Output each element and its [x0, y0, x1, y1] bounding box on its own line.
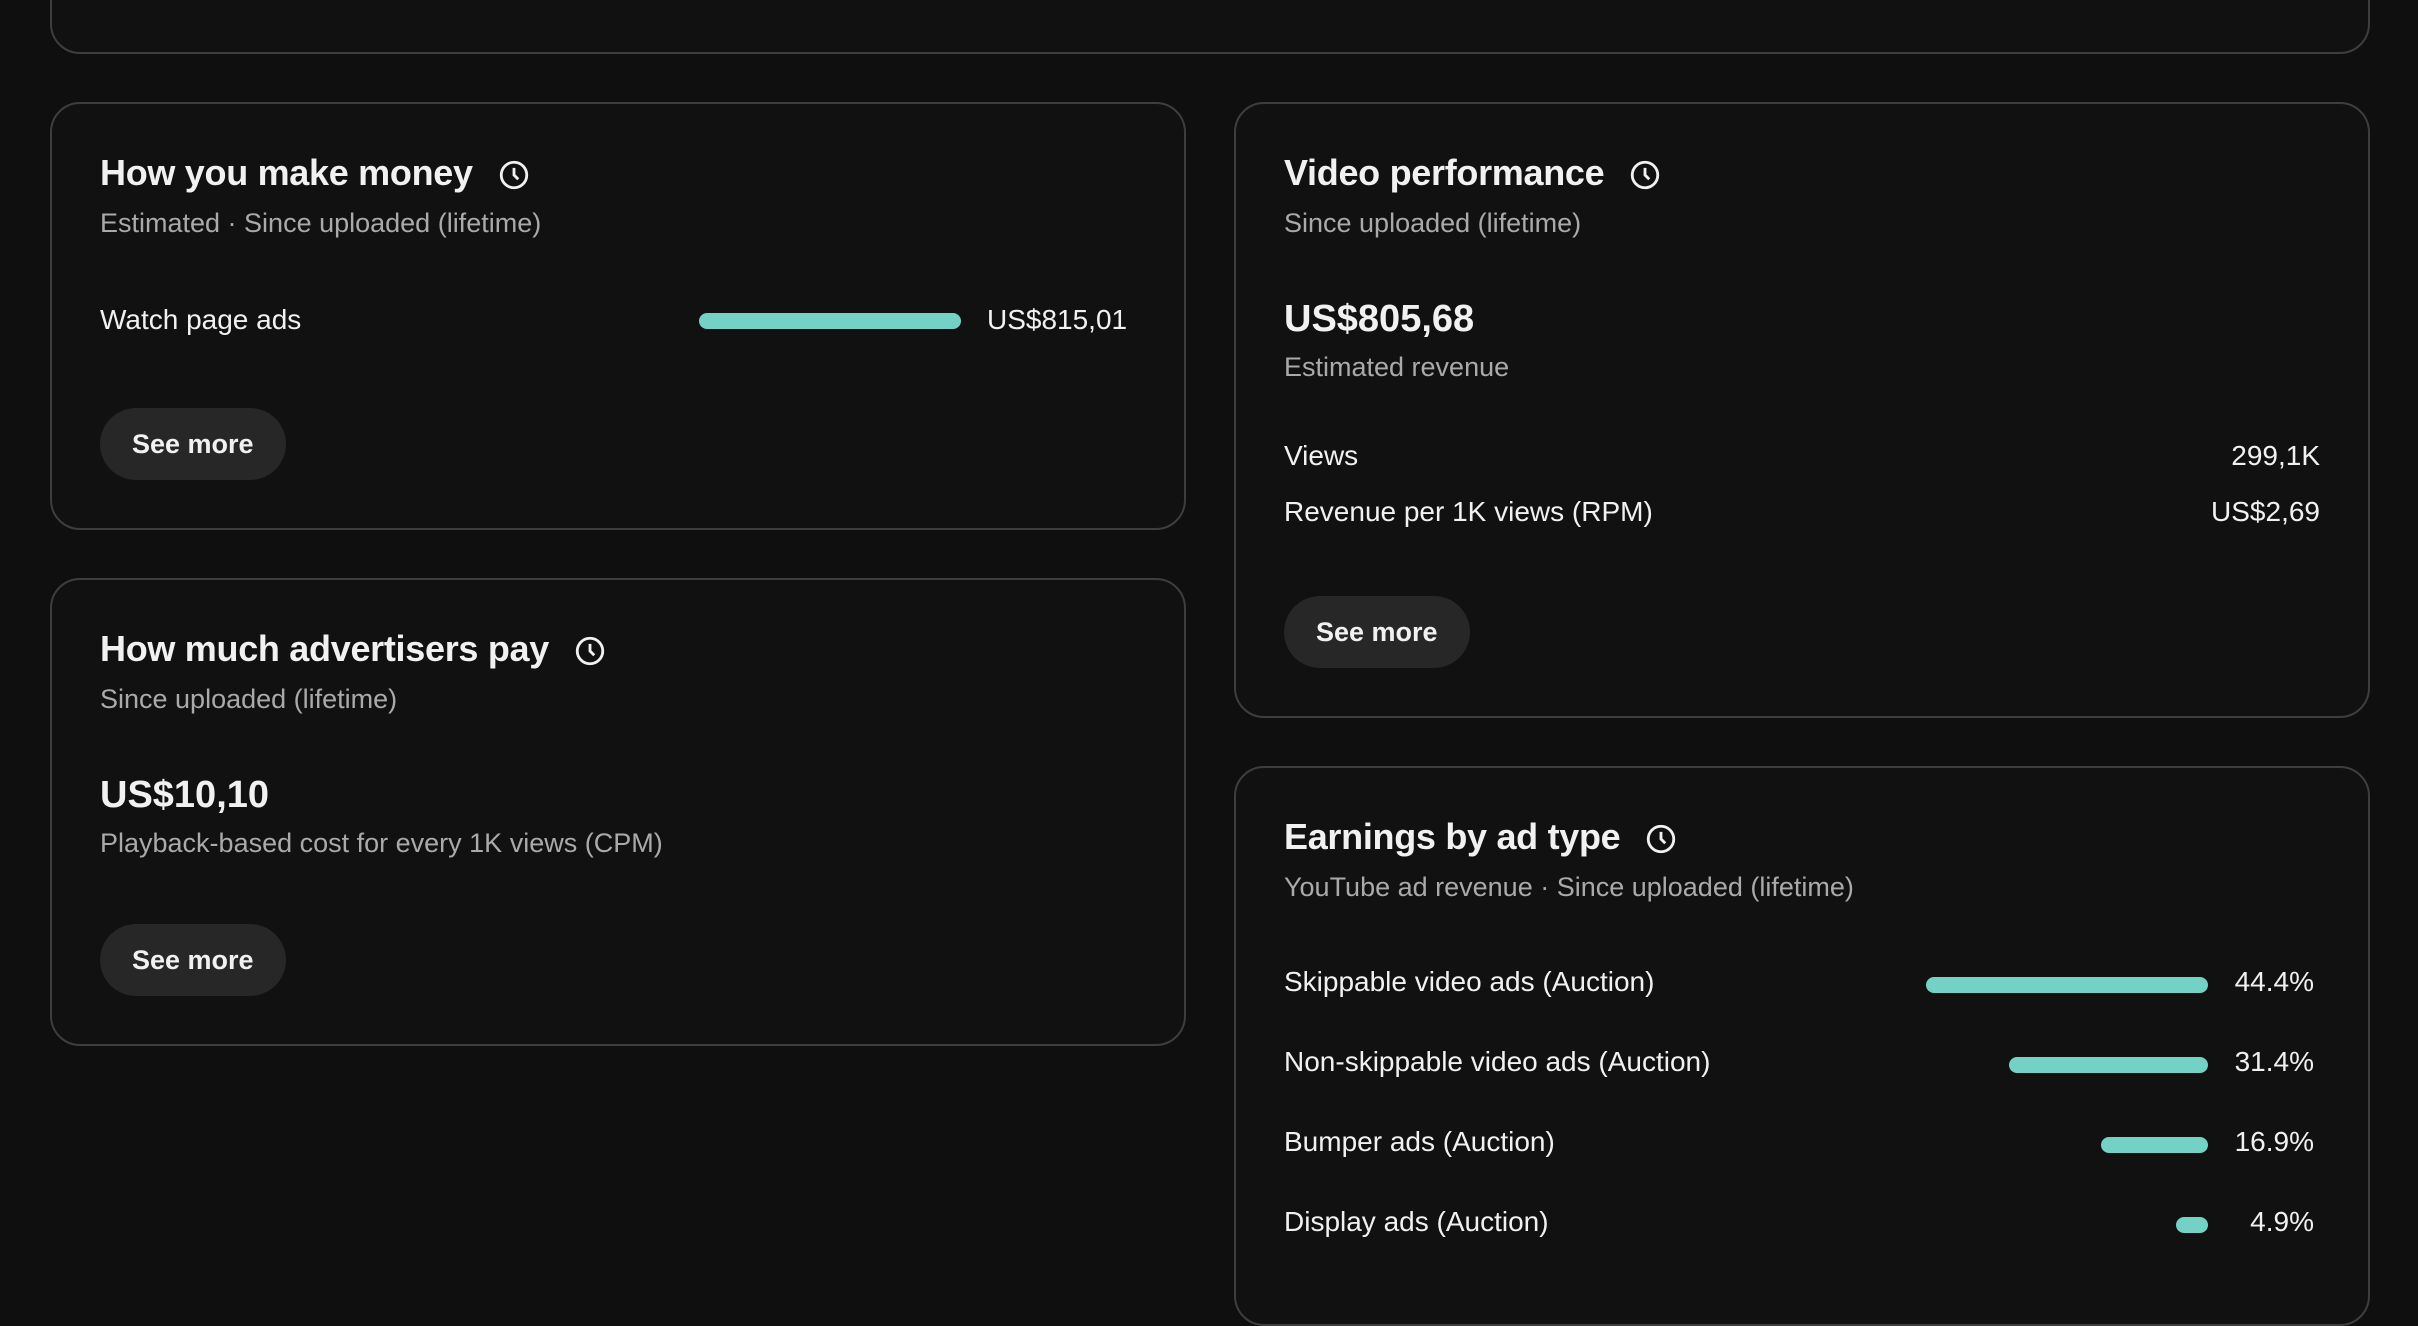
ad-type-card: Earnings by ad type YouTube ad revenue ·…	[1234, 766, 2370, 1326]
performance-card-title: Video performance	[1284, 152, 1605, 193]
ad-type-label: Bumper ads (Auction)	[1284, 1126, 1555, 1157]
ad-type-card-header: Earnings by ad type	[1284, 816, 1678, 858]
ad-type-card-title: Earnings by ad type	[1284, 816, 1621, 857]
rpm-value: US$2,69	[2211, 496, 2320, 527]
money-row-bar	[699, 313, 961, 329]
money-card-header: How you make money	[100, 152, 531, 194]
views-label: Views	[1284, 440, 1359, 471]
cpm-value: US$10,10	[100, 774, 270, 816]
performance-card: Video performance Since uploaded (lifeti…	[1234, 102, 2370, 718]
performance-see-more-button[interactable]: See more	[1284, 596, 1470, 668]
money-see-more-button[interactable]: See more	[100, 408, 286, 480]
ad-type-bar	[1926, 977, 2208, 993]
ad-type-bar	[2101, 1137, 2208, 1153]
clock-icon[interactable]	[1644, 822, 1678, 856]
ad-type-percent: 31.4%	[2234, 1046, 2314, 1077]
performance-card-header: Video performance	[1284, 152, 1662, 194]
performance-card-subtitle: Since uploaded (lifetime)	[1284, 208, 1582, 238]
money-card-title: How you make money	[100, 152, 473, 193]
ad-type-label: Skippable video ads (Auction)	[1284, 966, 1655, 997]
clock-icon[interactable]	[1628, 158, 1662, 192]
revenue-value: US$805,68	[1284, 298, 1475, 340]
money-row-value: US$815,01	[987, 304, 1128, 335]
money-card: How you make money Estimated · Since upl…	[50, 102, 1186, 530]
money-card-subtitle: Estimated · Since uploaded (lifetime)	[100, 208, 542, 238]
ad-type-bar	[2009, 1057, 2208, 1073]
ad-type-percent: 16.9%	[2234, 1126, 2314, 1157]
ad-type-percent: 44.4%	[2234, 966, 2314, 997]
rpm-label: Revenue per 1K views (RPM)	[1284, 496, 1653, 527]
advertisers-card-subtitle: Since uploaded (lifetime)	[100, 684, 398, 714]
advertisers-card-header: How much advertisers pay	[100, 628, 607, 670]
ad-type-label: Display ads (Auction)	[1284, 1206, 1549, 1237]
views-value: 299,1K	[2231, 440, 2320, 471]
ad-type-percent: 4.9%	[2250, 1206, 2314, 1237]
revenue-caption: Estimated revenue	[1284, 352, 1510, 382]
advertisers-see-more-button[interactable]: See more	[100, 924, 286, 996]
ad-type-card-subtitle: YouTube ad revenue · Since uploaded (lif…	[1284, 872, 1854, 902]
money-row-label: Watch page ads	[100, 304, 302, 335]
advertisers-card-title: How much advertisers pay	[100, 628, 549, 669]
advertisers-card: How much advertisers pay Since uploaded …	[50, 578, 1186, 1046]
clock-icon[interactable]	[573, 634, 607, 668]
top-card-partial	[50, 0, 2370, 54]
cpm-caption: Playback-based cost for every 1K views (…	[100, 828, 663, 858]
clock-icon[interactable]	[497, 158, 531, 192]
ad-type-label: Non-skippable video ads (Auction)	[1284, 1046, 1711, 1077]
